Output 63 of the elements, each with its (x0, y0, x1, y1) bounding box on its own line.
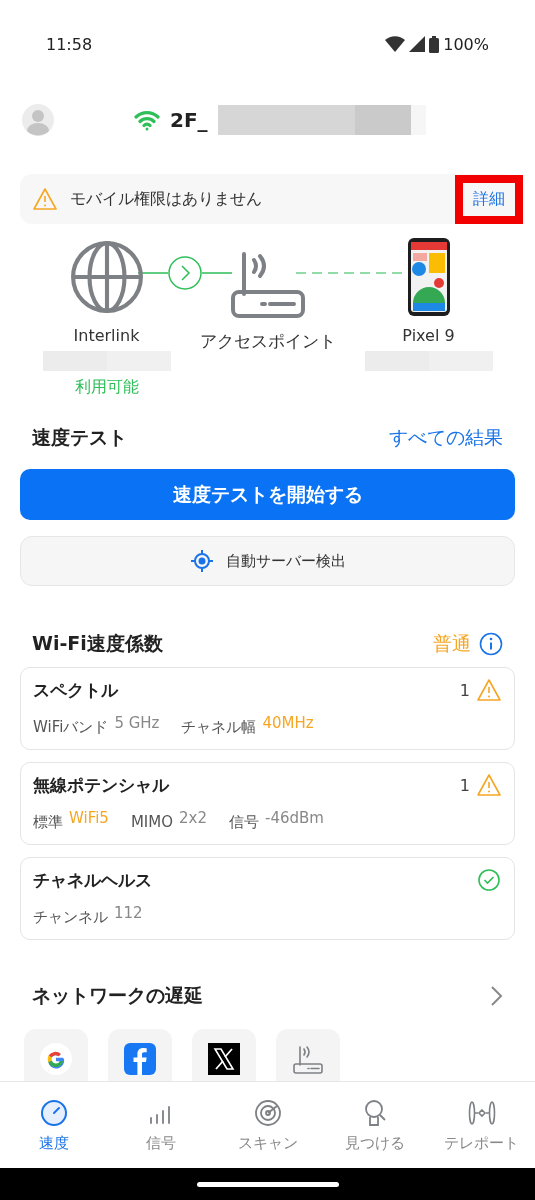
field-value: 5 GHz (114, 714, 160, 733)
field-value: 112 (114, 904, 143, 923)
status-time: 11:58 (46, 34, 93, 54)
router-icon (229, 250, 306, 319)
check-circle-icon (476, 868, 502, 893)
node-label: アクセスポイント (199, 330, 336, 354)
card-title: チャネルヘルス (33, 868, 152, 892)
latency-tile[interactable] (276, 1029, 340, 1081)
latency-tile[interactable] (24, 1029, 88, 1081)
warning-icon (476, 773, 502, 798)
latency-tile[interactable] (192, 1029, 256, 1081)
router-icon (292, 1043, 324, 1075)
card-title: 無線ポテンシャル (33, 773, 169, 797)
cell-signal-icon (409, 36, 426, 52)
battery-percent: 100% (443, 34, 489, 54)
node-label: Interlink (73, 326, 140, 346)
latency-tile[interactable] (108, 1029, 172, 1081)
field-value: 40MHz (262, 714, 314, 733)
gauge-icon (38, 1097, 69, 1128)
card-title: スペクトル (33, 678, 118, 702)
target-icon (189, 549, 214, 574)
nav-tab[interactable]: 見つける (324, 1096, 425, 1154)
radar-icon (252, 1097, 283, 1128)
field-label: MIMO (130, 813, 174, 832)
battery-icon (429, 35, 440, 53)
info-icon[interactable] (479, 631, 503, 656)
auto-server-button[interactable]: 自動サーバー検出 (20, 535, 515, 587)
node-label: Pixel 9 (402, 326, 455, 346)
issue-count: 1 (459, 775, 470, 795)
x-logo-icon (208, 1043, 240, 1075)
warning-icon (476, 678, 502, 703)
start-speed-test-button[interactable]: 速度テストを開始する (20, 469, 515, 520)
google-icon (40, 1043, 72, 1075)
network-name: 2F_ (170, 108, 208, 132)
banner-message: モバイル権限はありません (70, 188, 263, 210)
field-label: チャネル幅 (181, 718, 257, 738)
facebook-icon (124, 1043, 156, 1075)
warning-icon (32, 187, 58, 212)
globe-icon (69, 240, 144, 315)
field-value: -46dBm (265, 809, 324, 828)
rating-text: 普通 (433, 630, 471, 656)
all-results-link[interactable]: すべての結果 (389, 424, 503, 451)
field-label: 標準 (33, 813, 63, 833)
nav-tab[interactable]: 速度 (3, 1096, 104, 1154)
chevron-right-icon[interactable] (489, 984, 503, 1007)
issue-count: 1 (459, 680, 470, 700)
field-value: 2x2 (179, 809, 207, 828)
field-label: チャンネル (33, 908, 108, 928)
wifi-icon (385, 36, 406, 52)
nav-tab[interactable]: テレポート (431, 1096, 532, 1154)
field-label: WiFiバンド (33, 718, 109, 738)
nav-tab[interactable]: 信号 (110, 1096, 211, 1154)
section-title: ネットワークの遅延 (32, 982, 203, 1008)
metric-card[interactable]: 無線ポテンシャル 1 標準 WiFi5 MIMO 2x2 信号 -46dBm (20, 762, 515, 846)
wifi-icon (134, 109, 160, 131)
section-title: 速度テスト (32, 424, 127, 450)
nav-tab[interactable]: スキャン (217, 1096, 318, 1154)
node-status: 利用可能 (74, 377, 139, 399)
field-value: WiFi5 (69, 809, 109, 828)
section-title: Wi-Fi速度係数 (32, 630, 163, 656)
metric-card[interactable]: スペクトル 1 WiFiバンド 5 GHz チャネル幅 40MHz (20, 667, 515, 751)
field-label: 信号 (229, 813, 259, 833)
metric-card[interactable]: チャネルヘルス チャンネル 112 (20, 857, 515, 941)
